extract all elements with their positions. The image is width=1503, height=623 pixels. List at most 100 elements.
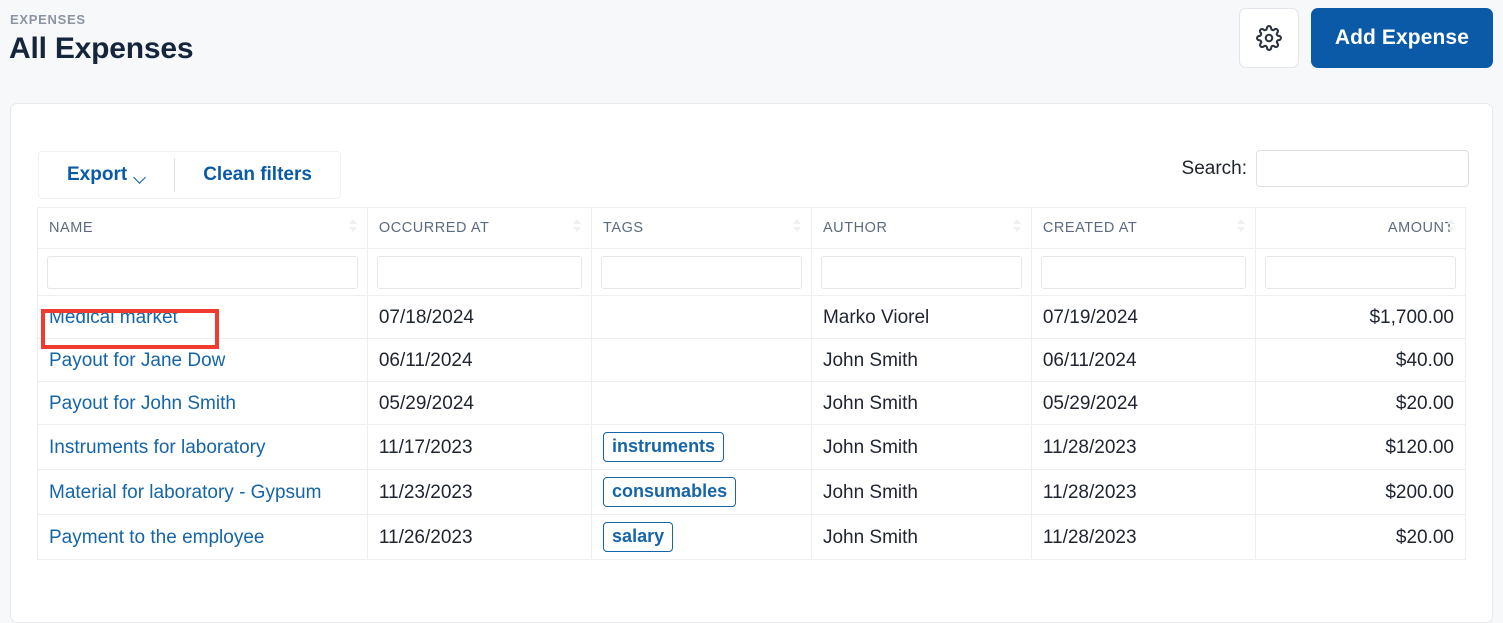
expenses-card: Export Clean filters Search: NAME OCCURRE…	[10, 103, 1493, 623]
cell-amount: $120.00	[1255, 424, 1466, 470]
expense-name-link[interactable]: Payout for Jane Dow	[49, 350, 225, 371]
tag-badge[interactable]: salary	[603, 522, 674, 552]
header-row: NAME OCCURRED AT TAGS AUTHOR CREATED AT AMOUN…	[37, 207, 1466, 249]
chevron-down-icon	[135, 173, 146, 180]
cell-name: Material for laboratory - Gypsum	[37, 469, 368, 515]
cell-created-at: 11/28/2023	[1030, 424, 1257, 470]
add-expense-button[interactable]: Add Expense	[1310, 8, 1493, 68]
cell-occurred-at: 06/11/2024	[366, 338, 593, 382]
column-header-label: NAME	[49, 220, 94, 236]
export-button[interactable]: Export	[39, 152, 174, 198]
sort-toggle-icon[interactable]	[573, 219, 582, 237]
cell-author: John Smith	[810, 381, 1032, 425]
cell-name: Instruments for laboratory	[37, 424, 368, 470]
column-filter-input-tags[interactable]	[601, 255, 802, 289]
table-row: Payout for John Smith 05/29/2024 John Smit…	[37, 381, 1466, 425]
column-filter-input-created-at[interactable]	[1040, 255, 1247, 289]
column-filter-input-author[interactable]	[820, 255, 1022, 289]
filter-cell	[1030, 248, 1257, 296]
sort-toggle-icon[interactable]	[792, 219, 802, 237]
column-header-label: OCCURRED AT	[378, 220, 490, 236]
search-input[interactable]	[1256, 150, 1469, 187]
table-row: Payment to the employee 11/26/2023 salary J…	[37, 514, 1466, 560]
cell-tags: consumables	[591, 469, 812, 515]
column-header-label: CREATED AT	[1042, 220, 1138, 236]
column-filter-input-amount[interactable]	[1265, 255, 1456, 289]
cell-tags: salary	[591, 514, 812, 560]
tag-badge[interactable]: instruments	[603, 432, 725, 462]
cell-amount: $1,700.00	[1255, 295, 1466, 339]
gear-icon	[1255, 25, 1282, 51]
expense-name-link[interactable]: Medical market	[49, 307, 178, 328]
column-header-created-at[interactable]: CREATED AT	[1030, 207, 1257, 249]
clean-filters-button[interactable]: Clean filters	[175, 152, 340, 198]
cell-created-at: 07/19/2024	[1030, 295, 1257, 339]
cell-author: John Smith	[810, 424, 1032, 470]
table-container: NAME OCCURRED AT TAGS AUTHOR CREATED AT AMOUN…	[11, 207, 1492, 560]
table-row: Payout for Jane Dow 06/11/2024 John Smith 0…	[37, 338, 1466, 382]
cell-tags	[591, 295, 812, 339]
cell-occurred-at: 07/18/2024	[366, 295, 593, 339]
cell-occurred-at: 11/23/2023	[366, 469, 593, 515]
expense-name-link[interactable]: Payment to the employee	[49, 527, 264, 548]
table-toolbar: Export Clean filters Search:	[11, 104, 1492, 207]
cell-created-at: 05/29/2024	[1030, 381, 1257, 425]
cell-created-at: 11/28/2023	[1030, 514, 1257, 560]
column-header-author[interactable]: AUTHOR	[810, 207, 1032, 249]
search-area: Search:	[1182, 150, 1469, 187]
cell-author: John Smith	[810, 338, 1032, 382]
cell-occurred-at: 11/26/2023	[366, 514, 593, 560]
cell-created-at: 11/28/2023	[1030, 469, 1257, 515]
page-header: EXPENSES All Expenses Add Expense	[0, 0, 1503, 103]
toolbar-button-group: Export Clean filters	[38, 151, 341, 199]
table-body: Medical market 07/18/2024 Marko Viorel 07/1…	[37, 295, 1466, 560]
filter-cell	[37, 248, 368, 296]
expense-name-link[interactable]: Instruments for laboratory	[49, 437, 265, 458]
column-header-amount[interactable]: AMOUNT	[1255, 207, 1466, 249]
column-header-tags[interactable]: TAGS	[591, 207, 812, 249]
column-header-name[interactable]: NAME	[37, 207, 368, 249]
column-filter-input-occurred-at[interactable]	[376, 255, 583, 289]
sort-toggle-icon[interactable]	[1447, 219, 1456, 237]
table-row: Instruments for laboratory 11/17/2023 inst…	[37, 424, 1466, 470]
cell-created-at: 06/11/2024	[1030, 338, 1257, 382]
column-header-label: AUTHOR	[822, 220, 888, 236]
settings-button[interactable]	[1238, 8, 1299, 68]
column-header-label: AMOUNT	[1387, 220, 1454, 236]
filter-cell	[591, 248, 812, 296]
filter-row	[37, 248, 1466, 296]
cell-occurred-at: 05/29/2024	[366, 381, 593, 425]
cell-name: Payout for Jane Dow	[37, 338, 368, 382]
cell-tags	[591, 338, 812, 382]
sort-toggle-icon[interactable]	[348, 219, 358, 237]
header-actions: Add Expense	[1238, 8, 1493, 68]
tag-badge[interactable]: consumables	[603, 477, 737, 507]
table-row: Material for laboratory - Gypsum 11/23/20…	[37, 469, 1466, 515]
column-filter-input-name[interactable]	[47, 255, 358, 289]
cell-amount: $20.00	[1255, 381, 1466, 425]
table-head: NAME OCCURRED AT TAGS AUTHOR CREATED AT AMOUN…	[37, 207, 1466, 296]
table-row: Medical market 07/18/2024 Marko Viorel 07/1…	[37, 295, 1466, 339]
expense-name-link[interactable]: Payout for John Smith	[49, 393, 236, 414]
expense-name-link[interactable]: Material for laboratory - Gypsum	[49, 482, 321, 503]
cell-amount: $20.00	[1255, 514, 1466, 560]
export-label: Export	[67, 164, 128, 185]
filter-cell	[810, 248, 1032, 296]
cell-name: Payment to the employee	[37, 514, 368, 560]
sort-toggle-icon[interactable]	[1237, 219, 1246, 237]
cell-name: Medical market	[37, 295, 368, 339]
cell-name: Payout for John Smith	[37, 381, 368, 425]
cell-tags	[591, 381, 812, 425]
cell-author: Marko Viorel	[810, 295, 1032, 339]
expenses-table: NAME OCCURRED AT TAGS AUTHOR CREATED AT AMOUN…	[37, 207, 1466, 560]
filter-cell	[1255, 248, 1466, 296]
filter-cell	[366, 248, 593, 296]
column-header-occurred-at[interactable]: OCCURRED AT	[366, 207, 593, 249]
sort-toggle-icon[interactable]	[1012, 219, 1022, 237]
cell-occurred-at: 11/17/2023	[366, 424, 593, 470]
search-label: Search:	[1181, 157, 1247, 179]
column-header-label: TAGS	[603, 220, 644, 236]
cell-amount: $200.00	[1255, 469, 1466, 515]
cell-amount: $40.00	[1255, 338, 1466, 382]
cell-author: John Smith	[810, 514, 1032, 560]
